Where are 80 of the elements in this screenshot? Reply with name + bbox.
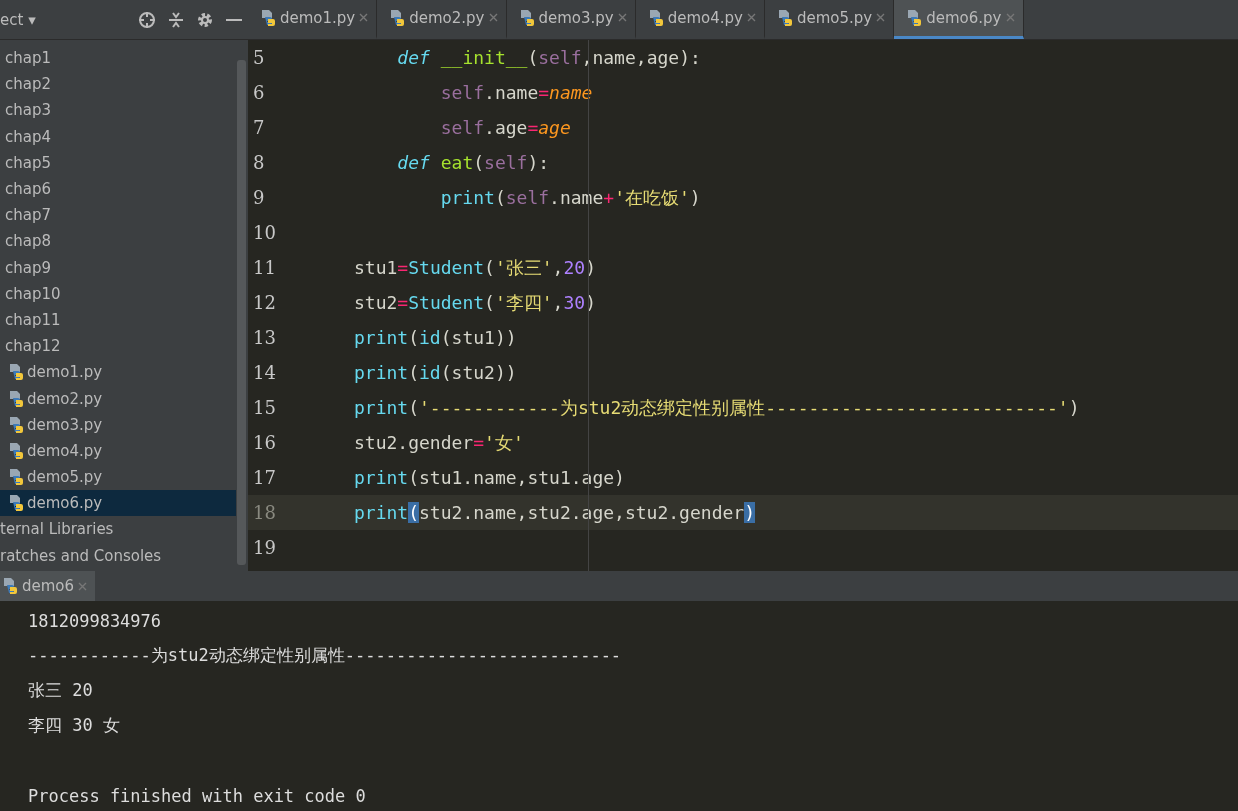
close-icon[interactable] bbox=[488, 13, 498, 22]
python-file-icon bbox=[8, 441, 24, 460]
close-icon[interactable] bbox=[617, 13, 627, 22]
line-number: 18 bbox=[252, 502, 277, 523]
console-output-line: 李四 30 女 bbox=[28, 714, 120, 737]
project-tree-item[interactable]: chap12 bbox=[0, 333, 236, 360]
python-file-icon bbox=[8, 468, 24, 487]
project-tree-item[interactable]: demo2.py bbox=[0, 385, 236, 412]
code-line: print(stu2.name,stu2.age,stu2.gender) bbox=[354, 502, 755, 523]
console-output-line: 张三 20 bbox=[28, 679, 93, 702]
close-icon[interactable] bbox=[1005, 13, 1015, 22]
project-tree-item[interactable]: demo6.py bbox=[0, 490, 236, 517]
python-file-icon bbox=[777, 8, 793, 27]
line-number: 13 bbox=[252, 327, 277, 348]
locate-crosshair-icon[interactable] bbox=[138, 10, 156, 29]
python-file-icon bbox=[906, 8, 923, 27]
scrollbar[interactable] bbox=[237, 60, 246, 565]
process-exit-message: Process finished with exit code 0 bbox=[28, 785, 366, 806]
line-number: 19 bbox=[252, 537, 277, 558]
close-icon[interactable] bbox=[747, 13, 756, 22]
close-icon[interactable] bbox=[78, 581, 88, 591]
code-line: print(id(stu1)) bbox=[354, 327, 517, 348]
code-line: stu2.gender='女' bbox=[354, 430, 524, 455]
python-file-icon bbox=[8, 494, 24, 513]
project-tree-item[interactable]: chap4 bbox=[0, 123, 236, 150]
project-tree-item[interactable]: demo1.py bbox=[0, 359, 236, 386]
code-line: self.name=name bbox=[439, 82, 593, 103]
line-number: 10 bbox=[252, 222, 277, 243]
line-number: 12 bbox=[252, 292, 277, 313]
run-tab[interactable]: demo6 bbox=[0, 571, 96, 601]
code-line: print('------------为stu2动态绑定性别属性---------------------------') bbox=[354, 395, 1080, 420]
project-tree-item[interactable]: demo3.py bbox=[0, 411, 236, 438]
close-icon[interactable] bbox=[359, 13, 369, 22]
project-tree-item[interactable]: chap6 bbox=[0, 175, 236, 203]
python-file-icon bbox=[2, 577, 18, 595]
code-line: print(id(stu2)) bbox=[354, 362, 517, 383]
code-line: self.age=age bbox=[439, 117, 571, 138]
python-file-icon bbox=[518, 8, 535, 27]
code-line: stu2=Student('李四',30) bbox=[354, 290, 596, 315]
line-number: 17 bbox=[252, 467, 277, 488]
line-number: 7 bbox=[252, 117, 266, 138]
line-number: 11 bbox=[252, 257, 277, 278]
line-number: 14 bbox=[252, 362, 277, 383]
project-tree-item[interactable]: chap3 bbox=[0, 97, 236, 124]
project-tree-item[interactable]: chap9 bbox=[0, 254, 236, 281]
python-file-icon bbox=[647, 8, 664, 27]
line-number: 8 bbox=[252, 152, 266, 173]
line-number: 15 bbox=[252, 397, 277, 418]
project-tree-item[interactable]: ratches and Consoles bbox=[0, 542, 236, 569]
python-file-icon bbox=[8, 415, 24, 434]
project-tree-item[interactable]: demo4.py bbox=[0, 437, 236, 464]
project-tree-item[interactable]: chap10 bbox=[0, 280, 236, 307]
python-file-icon bbox=[260, 8, 276, 27]
project-tree-item[interactable]: chap7 bbox=[0, 202, 236, 229]
editor-tab[interactable]: demo6.py bbox=[894, 0, 1024, 39]
collapse-all-icon[interactable] bbox=[168, 10, 184, 29]
project-tree-item[interactable]: ternal Libraries bbox=[0, 516, 236, 543]
close-icon[interactable] bbox=[876, 13, 886, 22]
python-file-icon bbox=[8, 363, 24, 382]
project-tree-item[interactable]: chap2 bbox=[0, 71, 236, 98]
project-tree-item[interactable]: chap11 bbox=[0, 306, 236, 334]
project-view-dropdown[interactable]: ect ▾ bbox=[0, 10, 126, 29]
code-line: def eat(self): bbox=[396, 152, 550, 173]
line-number: 16 bbox=[252, 432, 277, 453]
code-line: print(self.name+'在吃饭') bbox=[439, 185, 701, 210]
console-output-line: ------------为stu2动态绑定性别属性--------------------------- bbox=[28, 644, 622, 667]
line-number: 9 bbox=[252, 187, 266, 208]
line-number: 5 bbox=[252, 47, 266, 68]
line-number: 6 bbox=[252, 82, 266, 103]
console-output-line: 1812099834976 bbox=[28, 610, 162, 631]
project-tree-item[interactable]: chap1 bbox=[0, 45, 236, 72]
code-line: def __init__(self,name,age): bbox=[396, 47, 701, 68]
project-tree-item[interactable]: demo5.py bbox=[0, 464, 236, 491]
python-file-icon bbox=[8, 389, 24, 408]
code-line: print(stu1.name,stu1.age) bbox=[354, 467, 625, 488]
settings-icon[interactable] bbox=[196, 10, 214, 29]
code-line: stu1=Student('张三',20) bbox=[354, 255, 596, 280]
project-tree-item[interactable]: chap5 bbox=[0, 149, 236, 176]
project-tree-item[interactable]: chap8 bbox=[0, 228, 236, 255]
python-file-icon bbox=[389, 8, 406, 27]
